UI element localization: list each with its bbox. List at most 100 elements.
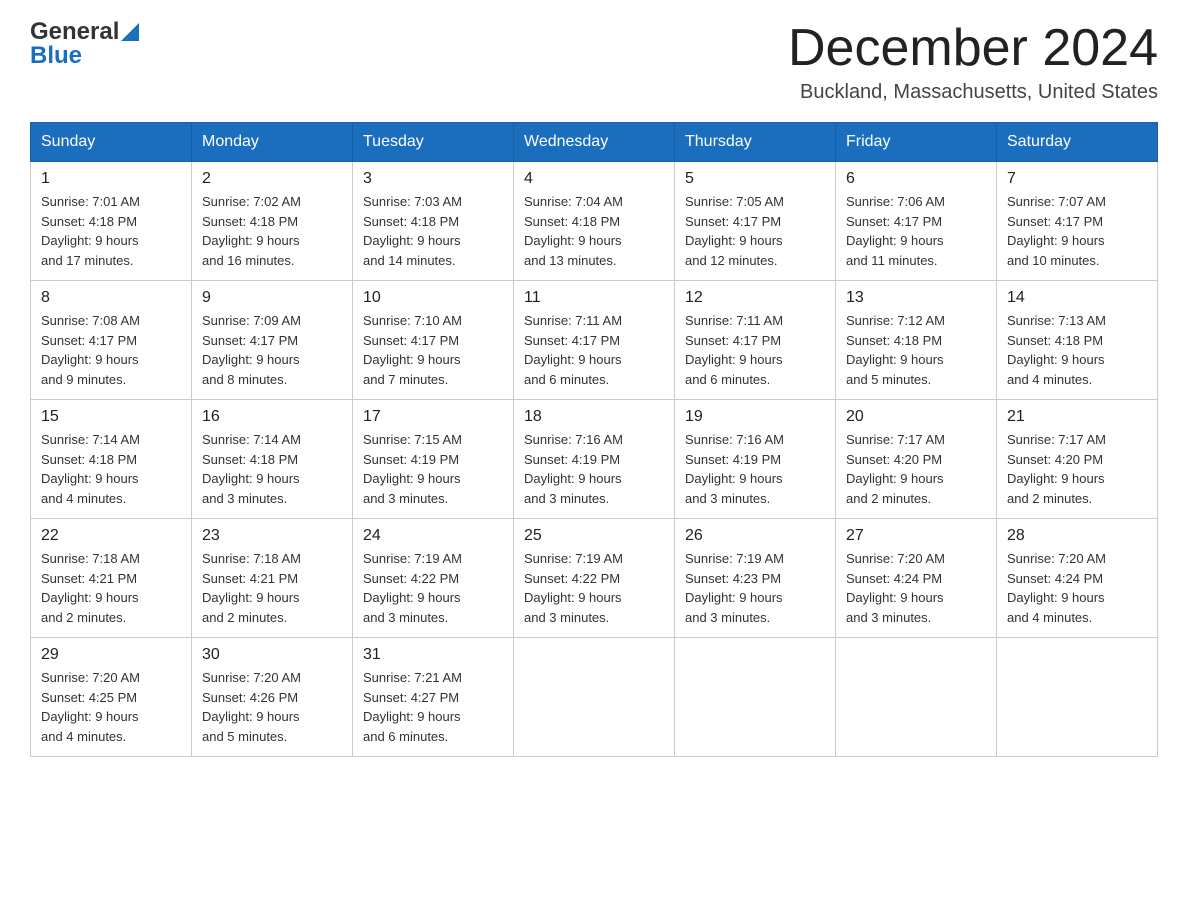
day-info: Sunrise: 7:05 AM Sunset: 4:17 PM Dayligh… (685, 192, 825, 270)
logo: General Blue (30, 20, 139, 70)
calendar-cell: 20 Sunrise: 7:17 AM Sunset: 4:20 PM Dayl… (836, 400, 997, 519)
day-number: 31 (363, 646, 503, 664)
day-info: Sunrise: 7:19 AM Sunset: 4:23 PM Dayligh… (685, 549, 825, 627)
calendar-cell (836, 638, 997, 757)
calendar-cell: 29 Sunrise: 7:20 AM Sunset: 4:25 PM Dayl… (31, 638, 192, 757)
day-info: Sunrise: 7:20 AM Sunset: 4:24 PM Dayligh… (1007, 549, 1147, 627)
calendar-cell: 1 Sunrise: 7:01 AM Sunset: 4:18 PM Dayli… (31, 162, 192, 281)
calendar-cell: 9 Sunrise: 7:09 AM Sunset: 4:17 PM Dayli… (192, 281, 353, 400)
day-number: 17 (363, 408, 503, 426)
day-number: 20 (846, 408, 986, 426)
day-info: Sunrise: 7:11 AM Sunset: 4:17 PM Dayligh… (524, 311, 664, 389)
day-info: Sunrise: 7:20 AM Sunset: 4:24 PM Dayligh… (846, 549, 986, 627)
calendar-cell: 21 Sunrise: 7:17 AM Sunset: 4:20 PM Dayl… (997, 400, 1158, 519)
day-number: 13 (846, 289, 986, 307)
calendar-week-row-3: 15 Sunrise: 7:14 AM Sunset: 4:18 PM Dayl… (31, 400, 1158, 519)
calendar-cell: 31 Sunrise: 7:21 AM Sunset: 4:27 PM Dayl… (353, 638, 514, 757)
calendar-cell: 28 Sunrise: 7:20 AM Sunset: 4:24 PM Dayl… (997, 519, 1158, 638)
day-info: Sunrise: 7:01 AM Sunset: 4:18 PM Dayligh… (41, 192, 181, 270)
day-number: 18 (524, 408, 664, 426)
day-info: Sunrise: 7:16 AM Sunset: 4:19 PM Dayligh… (685, 430, 825, 508)
day-number: 24 (363, 527, 503, 545)
weekday-header-thursday: Thursday (675, 123, 836, 162)
day-info: Sunrise: 7:20 AM Sunset: 4:26 PM Dayligh… (202, 668, 342, 746)
weekday-header-friday: Friday (836, 123, 997, 162)
calendar-cell: 5 Sunrise: 7:05 AM Sunset: 4:17 PM Dayli… (675, 162, 836, 281)
calendar-cell: 30 Sunrise: 7:20 AM Sunset: 4:26 PM Dayl… (192, 638, 353, 757)
day-number: 27 (846, 527, 986, 545)
day-info: Sunrise: 7:17 AM Sunset: 4:20 PM Dayligh… (846, 430, 986, 508)
day-number: 2 (202, 170, 342, 188)
day-info: Sunrise: 7:06 AM Sunset: 4:17 PM Dayligh… (846, 192, 986, 270)
day-number: 4 (524, 170, 664, 188)
weekday-header-sunday: Sunday (31, 123, 192, 162)
day-number: 10 (363, 289, 503, 307)
calendar-cell: 16 Sunrise: 7:14 AM Sunset: 4:18 PM Dayl… (192, 400, 353, 519)
day-info: Sunrise: 7:21 AM Sunset: 4:27 PM Dayligh… (363, 668, 503, 746)
page-header: General Blue December 2024 Buckland, Mas… (30, 20, 1158, 104)
day-info: Sunrise: 7:16 AM Sunset: 4:19 PM Dayligh… (524, 430, 664, 508)
calendar-cell: 25 Sunrise: 7:19 AM Sunset: 4:22 PM Dayl… (514, 519, 675, 638)
calendar-week-row-4: 22 Sunrise: 7:18 AM Sunset: 4:21 PM Dayl… (31, 519, 1158, 638)
day-info: Sunrise: 7:14 AM Sunset: 4:18 PM Dayligh… (41, 430, 181, 508)
title-area: December 2024 Buckland, Massachusetts, U… (788, 20, 1158, 104)
calendar-cell: 3 Sunrise: 7:03 AM Sunset: 4:18 PM Dayli… (353, 162, 514, 281)
day-number: 7 (1007, 170, 1147, 188)
day-number: 14 (1007, 289, 1147, 307)
day-number: 19 (685, 408, 825, 426)
calendar-cell: 2 Sunrise: 7:02 AM Sunset: 4:18 PM Dayli… (192, 162, 353, 281)
calendar-cell: 10 Sunrise: 7:10 AM Sunset: 4:17 PM Dayl… (353, 281, 514, 400)
month-title: December 2024 (788, 20, 1158, 77)
day-number: 5 (685, 170, 825, 188)
day-info: Sunrise: 7:14 AM Sunset: 4:18 PM Dayligh… (202, 430, 342, 508)
day-info: Sunrise: 7:19 AM Sunset: 4:22 PM Dayligh… (524, 549, 664, 627)
day-number: 23 (202, 527, 342, 545)
day-info: Sunrise: 7:11 AM Sunset: 4:17 PM Dayligh… (685, 311, 825, 389)
day-number: 11 (524, 289, 664, 307)
day-number: 16 (202, 408, 342, 426)
calendar-week-row-5: 29 Sunrise: 7:20 AM Sunset: 4:25 PM Dayl… (31, 638, 1158, 757)
day-info: Sunrise: 7:09 AM Sunset: 4:17 PM Dayligh… (202, 311, 342, 389)
day-info: Sunrise: 7:18 AM Sunset: 4:21 PM Dayligh… (202, 549, 342, 627)
day-info: Sunrise: 7:08 AM Sunset: 4:17 PM Dayligh… (41, 311, 181, 389)
calendar-cell: 4 Sunrise: 7:04 AM Sunset: 4:18 PM Dayli… (514, 162, 675, 281)
day-number: 21 (1007, 408, 1147, 426)
calendar-cell: 27 Sunrise: 7:20 AM Sunset: 4:24 PM Dayl… (836, 519, 997, 638)
day-info: Sunrise: 7:15 AM Sunset: 4:19 PM Dayligh… (363, 430, 503, 508)
calendar-table: SundayMondayTuesdayWednesdayThursdayFrid… (30, 122, 1158, 757)
weekday-header-monday: Monday (192, 123, 353, 162)
calendar-cell: 6 Sunrise: 7:06 AM Sunset: 4:17 PM Dayli… (836, 162, 997, 281)
calendar-cell (675, 638, 836, 757)
calendar-cell: 7 Sunrise: 7:07 AM Sunset: 4:17 PM Dayli… (997, 162, 1158, 281)
day-number: 6 (846, 170, 986, 188)
calendar-cell: 26 Sunrise: 7:19 AM Sunset: 4:23 PM Dayl… (675, 519, 836, 638)
calendar-cell: 19 Sunrise: 7:16 AM Sunset: 4:19 PM Dayl… (675, 400, 836, 519)
day-number: 9 (202, 289, 342, 307)
day-info: Sunrise: 7:19 AM Sunset: 4:22 PM Dayligh… (363, 549, 503, 627)
calendar-cell: 23 Sunrise: 7:18 AM Sunset: 4:21 PM Dayl… (192, 519, 353, 638)
calendar-cell: 17 Sunrise: 7:15 AM Sunset: 4:19 PM Dayl… (353, 400, 514, 519)
logo-general-text: General (30, 20, 119, 44)
weekday-header-wednesday: Wednesday (514, 123, 675, 162)
day-number: 15 (41, 408, 181, 426)
day-info: Sunrise: 7:02 AM Sunset: 4:18 PM Dayligh… (202, 192, 342, 270)
calendar-cell (514, 638, 675, 757)
weekday-header-tuesday: Tuesday (353, 123, 514, 162)
calendar-cell: 13 Sunrise: 7:12 AM Sunset: 4:18 PM Dayl… (836, 281, 997, 400)
day-info: Sunrise: 7:04 AM Sunset: 4:18 PM Dayligh… (524, 192, 664, 270)
weekday-header-saturday: Saturday (997, 123, 1158, 162)
day-info: Sunrise: 7:07 AM Sunset: 4:17 PM Dayligh… (1007, 192, 1147, 270)
day-number: 12 (685, 289, 825, 307)
day-info: Sunrise: 7:03 AM Sunset: 4:18 PM Dayligh… (363, 192, 503, 270)
day-number: 26 (685, 527, 825, 545)
day-number: 8 (41, 289, 181, 307)
calendar-cell: 18 Sunrise: 7:16 AM Sunset: 4:19 PM Dayl… (514, 400, 675, 519)
calendar-cell: 11 Sunrise: 7:11 AM Sunset: 4:17 PM Dayl… (514, 281, 675, 400)
logo-blue-text: Blue (30, 42, 82, 70)
day-number: 22 (41, 527, 181, 545)
day-info: Sunrise: 7:13 AM Sunset: 4:18 PM Dayligh… (1007, 311, 1147, 389)
day-number: 29 (41, 646, 181, 664)
calendar-cell: 24 Sunrise: 7:19 AM Sunset: 4:22 PM Dayl… (353, 519, 514, 638)
calendar-cell: 15 Sunrise: 7:14 AM Sunset: 4:18 PM Dayl… (31, 400, 192, 519)
location-subtitle: Buckland, Massachusetts, United States (788, 81, 1158, 104)
